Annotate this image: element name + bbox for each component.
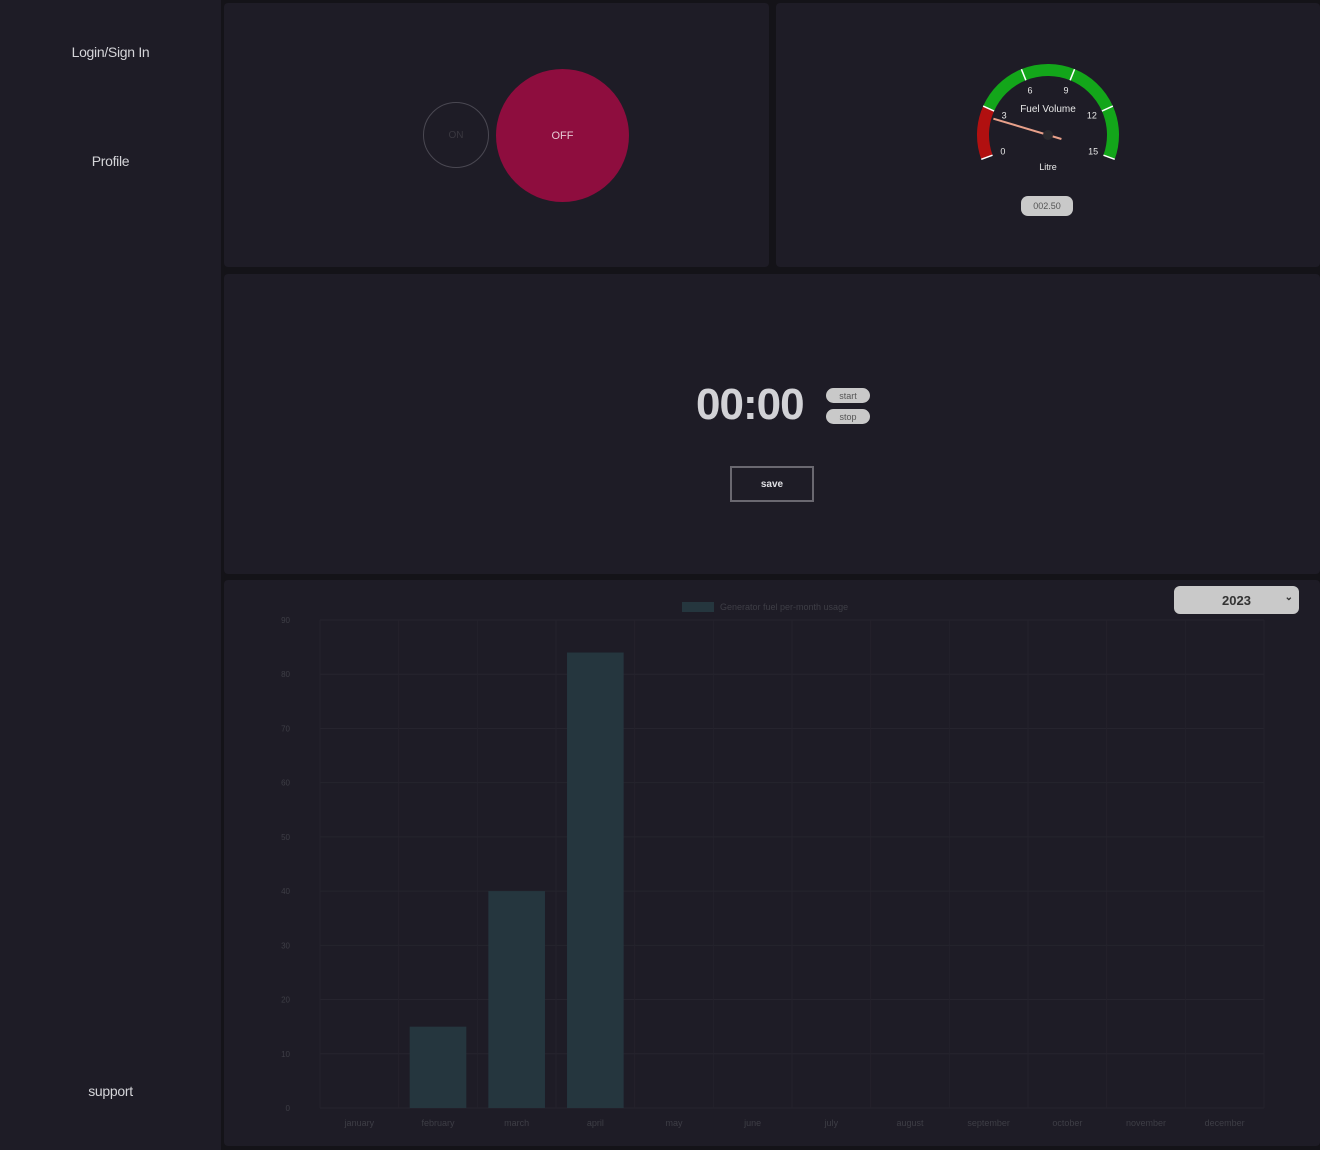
gauge-hub bbox=[1043, 130, 1053, 140]
gauge-tick-label: 9 bbox=[1063, 85, 1068, 95]
legend-label: Generator fuel per-month usage bbox=[720, 602, 848, 612]
chart-xtick-label: september bbox=[967, 1118, 1010, 1128]
gauge-title: Fuel Volume bbox=[1020, 104, 1076, 115]
year-select-value: 2023 bbox=[1222, 592, 1251, 608]
chart-xtick-label: april bbox=[587, 1118, 604, 1128]
chart-ytick-label: 20 bbox=[281, 996, 290, 1005]
gauge-unit: Litre bbox=[1039, 162, 1057, 172]
gauge-tick-label: 0 bbox=[1000, 146, 1005, 156]
off-button[interactable]: OFF bbox=[496, 69, 629, 202]
chart-ytick-label: 70 bbox=[281, 724, 290, 733]
chart-ytick-label: 0 bbox=[286, 1104, 291, 1113]
gauge-tick-label: 6 bbox=[1028, 85, 1033, 95]
chart-ytick-label: 80 bbox=[281, 670, 290, 679]
chart-ytick-label: 50 bbox=[281, 833, 290, 842]
profile-link[interactable]: Profile bbox=[0, 153, 221, 169]
stop-button[interactable]: stop bbox=[826, 409, 870, 424]
gauge-readout: 002.50 bbox=[1021, 196, 1073, 216]
chart-bar-april bbox=[567, 652, 624, 1108]
gauge-tick-label: 15 bbox=[1088, 146, 1098, 156]
login-link[interactable]: Login/Sign In bbox=[0, 44, 221, 60]
chart-xtick-label: january bbox=[344, 1118, 375, 1128]
chart-xtick-label: february bbox=[421, 1118, 455, 1128]
fuel-gauge: 0 3 6 9 12 15 Fuel Volume Litre bbox=[977, 64, 1119, 172]
chart-xtick-label: december bbox=[1205, 1118, 1245, 1128]
chart-ytick-label: 30 bbox=[281, 941, 290, 950]
timer-display: 00:00 bbox=[696, 380, 805, 429]
chart-ytick-label: 60 bbox=[281, 779, 290, 788]
chart-ytick-label: 90 bbox=[281, 616, 290, 625]
support-link[interactable]: support bbox=[0, 1083, 221, 1099]
chart-bar-march bbox=[488, 891, 545, 1108]
chart-xtick-label: march bbox=[504, 1118, 529, 1128]
chart-ytick-label: 10 bbox=[281, 1050, 290, 1059]
chevron-down-icon: ⌄ bbox=[1284, 592, 1293, 603]
chart-xtick-label: november bbox=[1126, 1118, 1166, 1128]
legend-swatch bbox=[682, 602, 714, 612]
monthly-usage-chart: 0 10 20 30 40 50 60 70 80 90 january february march… bbox=[281, 602, 1265, 1128]
on-button[interactable]: ON bbox=[423, 102, 489, 168]
chart-xtick-label: october bbox=[1052, 1118, 1082, 1128]
gauge-tick-label: 12 bbox=[1087, 110, 1097, 120]
gauge-danger-arc bbox=[977, 106, 995, 160]
start-button[interactable]: start bbox=[826, 388, 870, 403]
chart-bar-february bbox=[409, 1026, 467, 1108]
save-button[interactable]: save bbox=[730, 466, 814, 502]
chart-xtick-label: august bbox=[896, 1118, 924, 1128]
year-select[interactable]: 2023 ⌄ bbox=[1174, 586, 1299, 614]
gauge-tick-label: 3 bbox=[1002, 110, 1007, 120]
chart-xtick-label: june bbox=[743, 1118, 761, 1128]
chart-xtick-label: may bbox=[665, 1118, 683, 1128]
chart-ytick-label: 40 bbox=[281, 887, 290, 896]
sidebar: Login/Sign In Profile support bbox=[0, 0, 221, 1150]
chart-xtick-label: july bbox=[824, 1118, 839, 1128]
